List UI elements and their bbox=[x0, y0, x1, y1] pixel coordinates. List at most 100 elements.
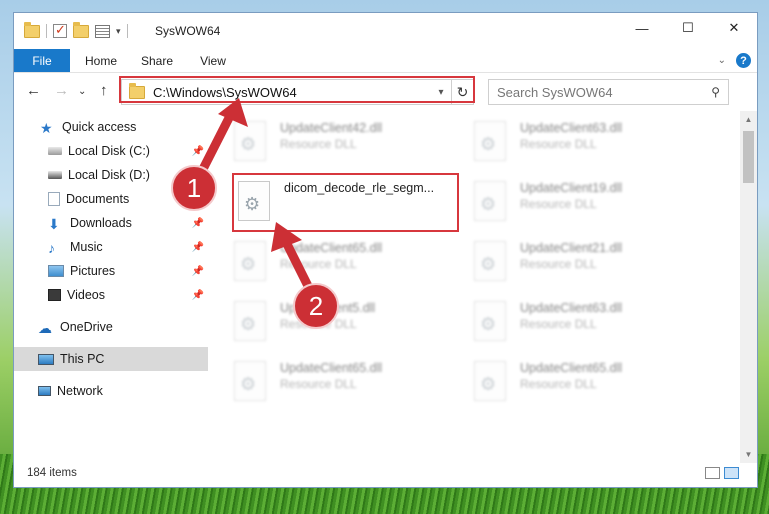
file-tile[interactable]: ⚙ UpdateClient21.dll Resource DLL bbox=[462, 233, 687, 285]
step-1-callout: 1 bbox=[171, 165, 217, 211]
search-box[interactable]: Search SysWOW64 ⚲ bbox=[488, 79, 729, 105]
close-button[interactable]: ✕ bbox=[711, 13, 757, 43]
ribbon-tabs: File Home Share View ⌄ ? bbox=[14, 49, 757, 73]
tab-file[interactable]: File bbox=[14, 49, 70, 72]
forward-arrow-icon[interactable]: → bbox=[54, 82, 69, 99]
sidebar-item-label: Music bbox=[70, 240, 103, 254]
expand-ribbon-icon[interactable]: ⌄ bbox=[718, 55, 726, 66]
sidebar-item-label: Local Disk (C:) bbox=[68, 144, 150, 158]
sidebar-item-label: Pictures bbox=[70, 264, 116, 278]
navigation-pane: ★ Quick access Local Disk (C:) 📌 Local D… bbox=[14, 111, 210, 463]
quick-access-toolbar: ▾ bbox=[24, 21, 128, 38]
drive-icon bbox=[48, 171, 62, 179]
details-view-icon[interactable] bbox=[705, 467, 720, 479]
file-tile[interactable]: ⚙ UpdateClient65.dll Resource DLL bbox=[462, 353, 687, 405]
window-title: SysWOW64 bbox=[155, 24, 221, 38]
minimize-button[interactable]: — bbox=[619, 13, 665, 43]
tab-share[interactable]: Share bbox=[132, 49, 182, 72]
sidebar-item-label: Network bbox=[57, 384, 103, 398]
recent-locations-icon[interactable]: ⌄ bbox=[78, 86, 86, 97]
computer-icon bbox=[38, 353, 54, 365]
sidebar-item-label: Videos bbox=[67, 288, 105, 302]
dll-file-icon: ⚙ bbox=[474, 241, 506, 281]
tab-view[interactable]: View bbox=[188, 49, 238, 72]
window-controls: — ☐ ✕ bbox=[619, 13, 757, 43]
sidebar-item-pictures[interactable]: Pictures 📌 bbox=[14, 259, 208, 283]
file-type: Resource DLL bbox=[280, 377, 357, 391]
file-name: UpdateClient63.dll bbox=[520, 301, 623, 315]
file-list: ⚙ UpdateClient42.dll Resource DLL ⚙ Upda… bbox=[222, 111, 728, 463]
sidebar-item-quick-access[interactable]: ★ Quick access bbox=[14, 115, 208, 139]
sidebar-item-downloads[interactable]: ⬇ Downloads 📌 bbox=[14, 211, 208, 235]
step-2-callout: 2 bbox=[293, 283, 339, 329]
sidebar-item-onedrive[interactable]: ☁ OneDrive bbox=[14, 315, 208, 339]
sidebar-item-this-pc[interactable]: This PC bbox=[14, 347, 208, 371]
file-name: UpdateClient65.dll bbox=[280, 241, 383, 255]
back-arrow-icon[interactable]: ← bbox=[26, 82, 41, 99]
file-type: Resource DLL bbox=[280, 137, 357, 151]
file-name: UpdateClient19.dll bbox=[520, 181, 623, 195]
divider bbox=[46, 24, 47, 38]
dll-file-icon: ⚙ bbox=[474, 301, 506, 341]
file-type: Resource DLL bbox=[520, 317, 597, 331]
sidebar-item-label: Quick access bbox=[62, 120, 137, 134]
file-type: Resource DLL bbox=[520, 377, 597, 391]
cloud-icon: ☁ bbox=[38, 320, 52, 336]
pin-icon: 📌 bbox=[191, 241, 204, 253]
dll-file-icon: ⚙ bbox=[234, 121, 266, 161]
dll-file-icon: ⚙ bbox=[234, 361, 266, 401]
pictures-icon bbox=[48, 265, 64, 277]
pin-icon: 📌 bbox=[191, 145, 204, 157]
file-type: Resource DLL bbox=[520, 257, 597, 271]
sidebar-item-videos[interactable]: Videos 📌 bbox=[14, 283, 208, 307]
documents-icon bbox=[48, 192, 60, 206]
up-arrow-icon[interactable]: ↑ bbox=[100, 82, 108, 99]
scroll-up-icon[interactable]: ▲ bbox=[740, 111, 757, 128]
dll-file-icon: ⚙ bbox=[234, 301, 266, 341]
scroll-thumb[interactable] bbox=[743, 131, 754, 183]
tab-home[interactable]: Home bbox=[76, 49, 126, 72]
customize-icon[interactable] bbox=[95, 24, 110, 38]
sidebar-item-label: Local Disk (D:) bbox=[68, 168, 150, 182]
file-highlight bbox=[232, 173, 459, 232]
sidebar-item-network[interactable]: Network bbox=[14, 379, 208, 403]
music-icon: ♪ bbox=[48, 240, 55, 256]
file-type: Resource DLL bbox=[520, 197, 597, 211]
maximize-button[interactable]: ☐ bbox=[665, 13, 711, 43]
file-tile[interactable]: ⚙ UpdateClient63.dll Resource DLL bbox=[462, 293, 687, 345]
file-type: Resource DLL bbox=[520, 137, 597, 151]
network-icon bbox=[38, 386, 51, 396]
file-name: UpdateClient65.dll bbox=[280, 361, 383, 375]
drive-icon bbox=[48, 147, 62, 155]
dropdown-arrow-icon[interactable]: ▾ bbox=[116, 26, 121, 37]
file-tile[interactable]: ⚙ UpdateClient65.dll Resource DLL bbox=[222, 233, 447, 285]
divider bbox=[126, 24, 128, 38]
file-name: UpdateClient65.dll bbox=[520, 361, 623, 375]
file-tile[interactable]: ⚙ UpdateClient42.dll Resource DLL bbox=[222, 113, 447, 165]
dll-file-icon: ⚙ bbox=[474, 121, 506, 161]
file-name: UpdateClient63.dll bbox=[520, 121, 623, 135]
status-bar: 184 items bbox=[14, 461, 757, 487]
properties-check-icon[interactable] bbox=[53, 22, 67, 38]
item-count: 184 items bbox=[27, 467, 77, 479]
search-placeholder[interactable]: Search SysWOW64 bbox=[497, 85, 711, 100]
sidebar-item-local-disk-c[interactable]: Local Disk (C:) 📌 bbox=[14, 139, 208, 163]
dll-file-icon: ⚙ bbox=[474, 361, 506, 401]
new-folder-icon[interactable] bbox=[73, 21, 89, 38]
vertical-scrollbar[interactable]: ▲ ▼ bbox=[740, 111, 757, 463]
dll-file-icon: ⚙ bbox=[474, 181, 506, 221]
title-bar: ▾ SysWOW64 — ☐ ✕ bbox=[14, 13, 757, 49]
file-tile[interactable]: ⚙ UpdateClient19.dll Resource DLL bbox=[462, 173, 687, 225]
large-icons-view-icon[interactable] bbox=[724, 467, 739, 479]
pin-icon: 📌 bbox=[191, 217, 204, 229]
file-type: Resource DLL bbox=[280, 257, 357, 271]
help-icon[interactable]: ? bbox=[736, 53, 751, 68]
file-tile[interactable]: ⚙ UpdateClient63.dll Resource DLL bbox=[462, 113, 687, 165]
view-toggle bbox=[705, 467, 739, 479]
sidebar-item-label: Documents bbox=[66, 192, 130, 206]
download-icon: ⬇ bbox=[48, 216, 60, 232]
sidebar-item-music[interactable]: ♪ Music 📌 bbox=[14, 235, 208, 259]
file-tile[interactable]: ⚙ UpdateClient65.dll Resource DLL bbox=[222, 353, 447, 405]
address-bar-highlight bbox=[119, 76, 475, 103]
search-icon[interactable]: ⚲ bbox=[711, 85, 720, 99]
